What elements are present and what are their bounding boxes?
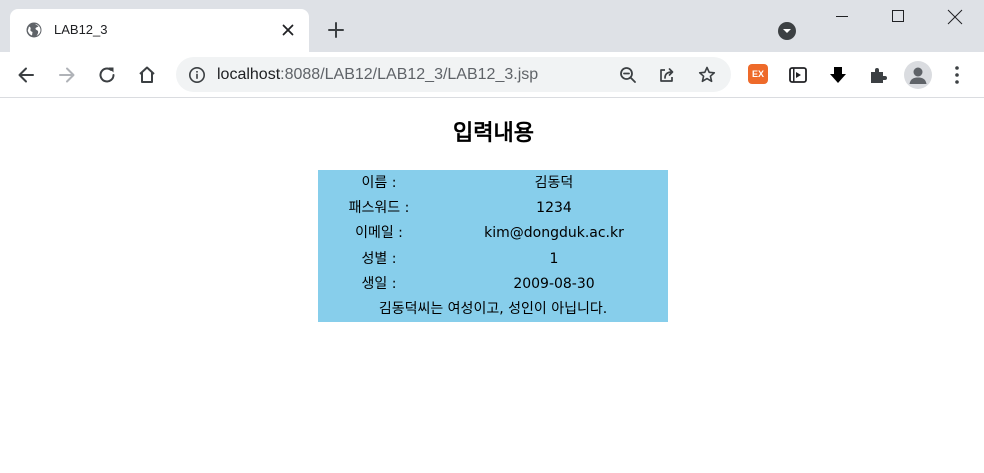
input-result-table: 이름 : 김동덕 패스워드 : 1234 이메일 : kim@dongduk.a… (318, 170, 668, 322)
window-close-icon[interactable] (946, 8, 964, 26)
name-value: 김동덕 (534, 174, 574, 191)
share-icon[interactable] (657, 65, 677, 85)
media-extension-icon[interactable] (788, 65, 808, 85)
password-label: 패스워드 : (348, 199, 410, 216)
reload-icon[interactable] (96, 64, 118, 86)
table-row: 김동덕씨는 여성이고, 성인이 아닙니다. (318, 297, 668, 322)
name-label: 이름 : (361, 174, 397, 191)
email-label: 이메일 : (355, 225, 403, 242)
tab-strip: LAB12_3 (0, 0, 984, 52)
maximize-icon[interactable] (890, 8, 906, 24)
tab-search-icon[interactable] (777, 21, 797, 41)
puzzle-piece-icon[interactable] (868, 65, 888, 85)
bookmark-star-icon[interactable] (697, 65, 717, 85)
tab-title: LAB12_3 (54, 22, 108, 37)
new-tab-icon[interactable] (326, 20, 346, 40)
url-host: localhost (217, 66, 281, 83)
browser-tab[interactable]: LAB12_3 (10, 9, 309, 52)
table-row: 이메일 : kim@dongduk.ac.kr (318, 221, 668, 246)
birthday-value: 2009-08-30 (513, 275, 595, 292)
ex-extension-icon[interactable]: EX (748, 64, 768, 84)
forward-arrow-icon[interactable] (56, 64, 78, 86)
more-menu-icon[interactable] (947, 64, 967, 86)
email-value: kim@dongduk.ac.kr (484, 225, 624, 242)
download-extension-icon[interactable] (828, 65, 848, 85)
person-icon (909, 67, 927, 84)
home-icon[interactable] (136, 64, 158, 86)
close-tab-icon[interactable] (280, 22, 296, 38)
back-arrow-icon[interactable] (15, 64, 37, 86)
table-row: 패스워드 : 1234 (318, 195, 668, 220)
url-path: :8088/LAB12/LAB12_3/LAB12_3.jsp (280, 66, 539, 83)
page-content: 입력내용 이름 : 김동덕 패스워드 : 1234 이메일 : kim@dong… (0, 98, 984, 473)
minimize-icon[interactable] (834, 8, 850, 24)
globe-icon (26, 22, 42, 38)
table-row: 성별 : 1 (318, 246, 668, 271)
gender-label: 성별 : (361, 250, 397, 267)
url-text[interactable]: localhost:8088/LAB12/LAB12_3/LAB12_3.jsp (217, 66, 538, 84)
summary-text: 김동덕씨는 여성이고, 성인이 아닙니다. (378, 301, 608, 318)
birthday-label: 생일 : (361, 275, 397, 292)
site-info-icon[interactable] (188, 66, 206, 84)
gender-value: 1 (549, 250, 559, 267)
table-row: 생일 : 2009-08-30 (318, 271, 668, 296)
profile-avatar[interactable] (904, 61, 932, 89)
table-row: 이름 : 김동덕 (318, 170, 668, 195)
zoom-out-icon[interactable] (618, 65, 638, 85)
page-heading: 입력내용 (453, 121, 534, 146)
password-value: 1234 (536, 199, 572, 216)
address-bar[interactable]: localhost:8088/LAB12/LAB12_3/LAB12_3.jsp (176, 57, 731, 92)
